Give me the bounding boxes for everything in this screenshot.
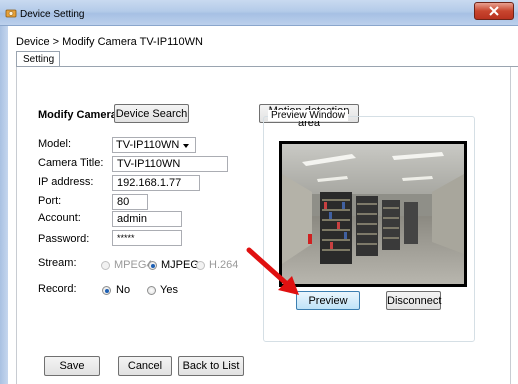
- disconnect-button[interactable]: Disconnect: [386, 291, 441, 310]
- cancel-button[interactable]: Cancel: [118, 356, 172, 376]
- password-label: Password:: [38, 233, 90, 245]
- stream-h264-radio[interactable]: [196, 261, 205, 270]
- record-label: Record:: [38, 283, 77, 295]
- title-bar: Device Setting: [0, 0, 518, 26]
- chevron-down-icon: [183, 144, 189, 148]
- ip-address-input[interactable]: 192.168.1.77: [112, 175, 200, 191]
- device-setting-icon: [5, 9, 17, 18]
- tab-setting[interactable]: Setting: [16, 51, 60, 67]
- save-button[interactable]: Save: [44, 356, 100, 376]
- account-input[interactable]: admin: [112, 211, 182, 227]
- camera-feed-picture: [282, 144, 464, 284]
- window-frame: [0, 26, 8, 384]
- breadcrumb: Device > Modify Camera TV-IP110WN: [16, 36, 203, 48]
- window-title: Device Setting: [20, 9, 85, 20]
- account-label: Account:: [38, 212, 81, 224]
- close-icon: [489, 6, 499, 16]
- preview-button[interactable]: Preview: [296, 291, 360, 310]
- ip-address-label: IP address:: [38, 176, 94, 188]
- camera-preview-image: [279, 141, 467, 287]
- password-input[interactable]: *****: [112, 230, 182, 246]
- back-to-list-button[interactable]: Back to List: [178, 356, 244, 376]
- stream-mpeg4-label: MPEG4: [114, 259, 153, 271]
- camera-title-label: Camera Title:: [38, 157, 104, 169]
- model-select-value: TV-IP110WN: [116, 139, 180, 151]
- stream-h264-label: H.264: [209, 259, 239, 271]
- form-heading: Modify Camera: [38, 109, 117, 121]
- stream-mjpeg-label: MJPEG: [161, 259, 199, 271]
- preview-window-title: Preview Window: [268, 110, 348, 121]
- stream-label: Stream:: [38, 257, 77, 269]
- camera-title-input[interactable]: TV-IP110WN: [112, 156, 228, 172]
- stream-mpeg4-radio[interactable]: [101, 261, 110, 270]
- record-yes-radio[interactable]: [147, 286, 156, 295]
- port-label: Port:: [38, 195, 62, 207]
- stream-mjpeg-radio[interactable]: [148, 261, 157, 270]
- model-select[interactable]: TV-IP110WN: [112, 137, 196, 153]
- record-no-radio[interactable]: [102, 286, 111, 295]
- close-button[interactable]: [474, 2, 514, 20]
- device-search-button[interactable]: Device Search: [114, 104, 189, 123]
- record-yes-label: Yes: [160, 284, 178, 296]
- model-label: Model:: [38, 138, 72, 150]
- port-input[interactable]: 80: [112, 194, 148, 210]
- record-no-label: No: [116, 284, 131, 296]
